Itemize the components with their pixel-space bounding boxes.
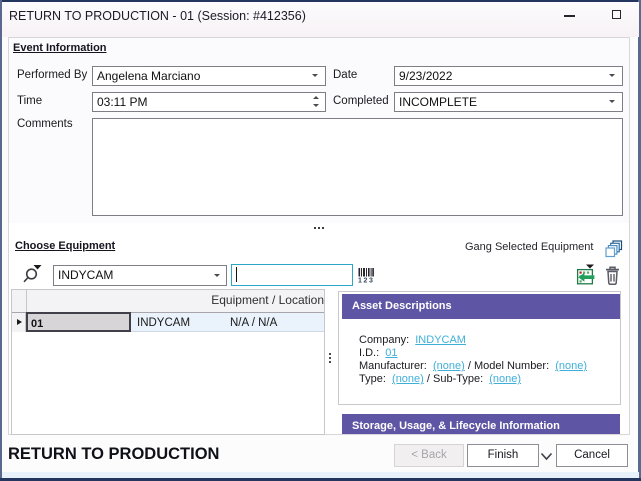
svg-text:123: 123 xyxy=(358,278,374,285)
